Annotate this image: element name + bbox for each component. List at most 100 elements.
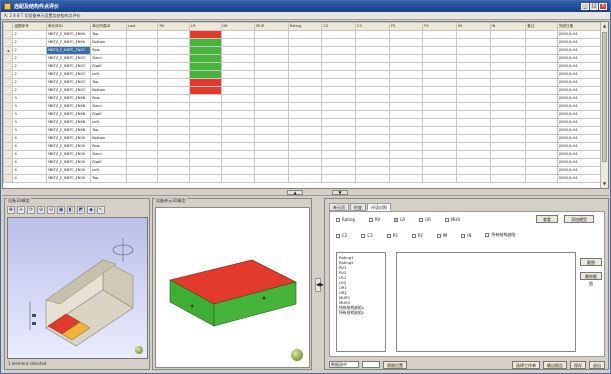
table-cell[interactable] [157,54,191,63]
table-cell[interactable] [125,62,159,71]
column-header[interactable]: P2 [422,22,457,31]
table-cell[interactable] [254,174,289,183]
table-cell[interactable]: MBTZ_F_DNTC_FN07 [46,86,92,95]
table-cell[interactable] [254,150,289,159]
table-cell[interactable] [125,54,159,63]
table-cell[interactable] [254,54,289,63]
table-cell[interactable] [455,94,491,103]
table-cell[interactable] [321,134,357,143]
table-cell[interactable] [455,174,491,183]
table-cell[interactable] [254,142,289,151]
row-selector[interactable] [3,158,14,167]
table-cell[interactable] [489,94,527,103]
table-row[interactable]: 2 MBTZ_F_DNTC_FN07 Top 2009-8-04 [3,78,602,87]
table-cell[interactable] [125,78,159,87]
table-cell[interactable]: MBTZ_F_DNTC_FN07 [46,70,92,79]
table-cell[interactable]: Bottom [90,86,127,95]
table-cell[interactable]: 2 [12,62,48,71]
column-header[interactable]: 单元所属ID [90,22,127,31]
table-cell[interactable] [189,134,222,143]
checkbox-icon[interactable] [485,233,490,237]
table-cell[interactable] [157,150,191,159]
table-cell[interactable] [287,126,323,135]
table-row[interactable]: ▸ 2 MBTZ_F_DNTC_FN07 Row 2009-8-04 [3,46,602,55]
table-cell[interactable] [157,166,191,175]
table-cell[interactable] [254,126,289,135]
checkbox-option[interactable]: LR [394,217,405,222]
table-cell[interactable] [287,110,323,119]
table-cell[interactable]: 2009-8-04 [556,126,602,135]
table-cell[interactable]: MBTZ_F_DNTC_FN07 [46,62,92,71]
table-cell[interactable] [220,110,256,119]
table-cell[interactable] [220,174,256,183]
table-cell[interactable]: 2 [12,54,48,63]
table-cell[interactable] [489,150,527,159]
table-cell[interactable] [489,46,527,55]
table-cell[interactable]: MBTZ_F_DNTC_FN00 [46,30,92,39]
vertical-splitter[interactable]: ◀▶ [313,198,324,370]
table-cell[interactable] [388,78,424,87]
table-cell[interactable] [321,46,357,55]
table-cell[interactable] [189,86,222,95]
table-cell[interactable] [220,118,256,127]
table-cell[interactable]: 2009-8-04 [556,150,602,159]
table-cell[interactable] [489,70,527,79]
table-cell[interactable] [321,142,357,151]
table-cell[interactable] [422,166,457,175]
table-cell[interactable]: Right [90,62,127,71]
table-cell[interactable] [125,94,159,103]
table-cell[interactable] [388,150,424,159]
table-cell[interactable] [125,158,159,167]
table-cell[interactable] [287,62,323,71]
table-cell[interactable] [254,62,289,71]
table-cell[interactable] [355,102,390,111]
scroll-up-icon[interactable]: ▲ [601,22,608,30]
table-cell[interactable] [422,102,457,111]
column-header[interactable]: UR [220,22,256,31]
maximize-button[interactable]: □ [590,3,598,10]
column-header[interactable]: 组图序号 [12,22,48,31]
table-cell[interactable] [422,126,457,135]
table-cell[interactable]: MBTZ_F_DNTC_FN09 [46,174,92,183]
table-cell[interactable]: MBTZ_F_DNTC_FN08 [46,118,92,127]
table-cell[interactable]: Right [90,110,127,119]
table-cell[interactable]: 2009-8-04 [556,134,602,143]
table-cell[interactable] [321,166,357,175]
model-3d-viewport[interactable] [7,217,148,359]
table-cell[interactable] [125,46,159,55]
table-cell[interactable] [422,70,457,79]
table-cell[interactable] [455,86,491,95]
table-cell[interactable] [220,46,256,55]
table-cell[interactable]: 2 [12,70,48,79]
table-row[interactable]: 2 MBTZ_F_DNTC_FN00 Top 2009-8-04 [3,30,602,39]
table-cell[interactable] [157,86,191,95]
table-cell[interactable] [321,30,357,39]
column-header[interactable]: 备注 [525,22,558,31]
table-cell[interactable] [321,54,357,63]
table-cell[interactable] [489,134,527,143]
row-selector[interactable]: ▸ [3,46,14,55]
table-cell[interactable] [489,166,527,175]
zoom-in-icon[interactable]: ⊕ [37,206,45,214]
table-cell[interactable] [157,38,191,47]
table-cell[interactable] [422,118,457,127]
fit-all-icon[interactable]: ▣ [57,206,65,214]
table-cell[interactable] [525,46,558,55]
table-cell[interactable] [489,118,527,127]
table-cell[interactable] [489,86,527,95]
table-row[interactable]: 3 MBTZ_F_DNTC_FN08 Top 2009-8-04 [3,126,602,135]
table-cell[interactable] [254,78,289,87]
table-cell[interactable] [189,158,222,167]
table-cell[interactable] [321,70,357,79]
list-item[interactable]: 所有结构缺陷2 [339,310,383,315]
table-cell[interactable] [525,70,558,79]
table-cell[interactable] [388,30,424,39]
table-cell[interactable] [455,150,491,159]
splitter-up-icon[interactable]: ▲ [287,190,303,195]
table-cell[interactable] [525,174,558,183]
table-cell[interactable]: MBTZ_F_DNTC_FN07 [46,46,92,55]
table-cell[interactable]: MBTZ_F_DNTC_FN09 [46,166,92,175]
table-cell[interactable] [388,110,424,119]
column-header[interactable]: 单元体ID [46,22,92,31]
table-cell[interactable] [125,150,159,159]
